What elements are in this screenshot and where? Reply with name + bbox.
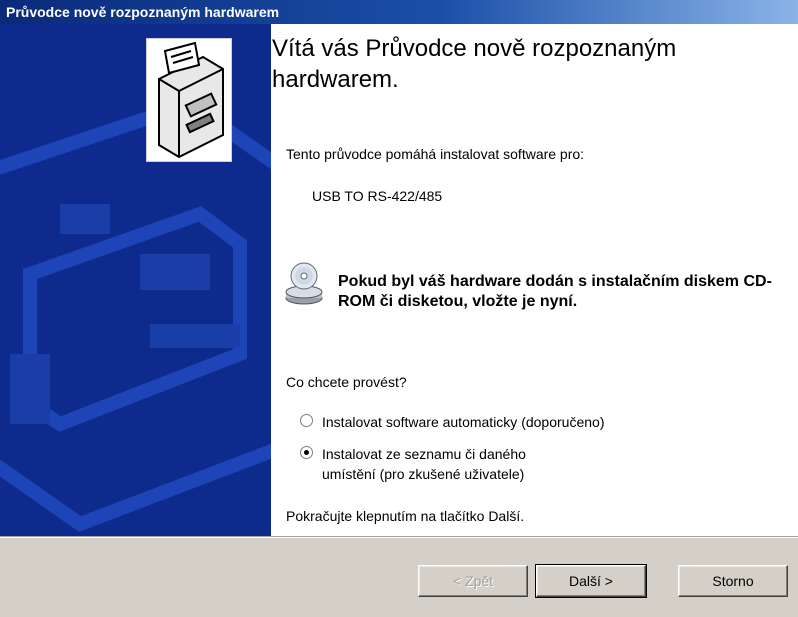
continue-hint: Pokračujte klepnutím na tlačítko Další. bbox=[286, 508, 525, 524]
radio-from-list[interactable] bbox=[300, 446, 313, 459]
button-bar: < Zpět Další > Storno bbox=[0, 538, 798, 617]
page-title: Vítá vás Průvodce nově rozpoznaným hardw… bbox=[272, 35, 677, 93]
back-button[interactable]: < Zpět bbox=[418, 565, 528, 597]
hardware-card-icon bbox=[146, 38, 232, 162]
option-label-from-list: Instalovat ze seznamu či daného umístění… bbox=[322, 446, 526, 482]
next-button[interactable]: Další > bbox=[535, 564, 647, 598]
device-name: USB TO RS-422/485 bbox=[312, 188, 443, 204]
option-install-from-list[interactable]: Instalovat ze seznamu či daného umístění… bbox=[300, 444, 532, 484]
question-label: Co chcete provést? bbox=[286, 374, 407, 390]
intro-text: Tento průvodce pomáhá instalovat softwar… bbox=[286, 146, 585, 162]
window-title: Průvodce nově rozpoznaným hardwarem bbox=[0, 0, 798, 24]
cd-rom-icon bbox=[284, 262, 324, 306]
cd-notice: Pokud byl váš hardware dodán s instalačn… bbox=[338, 273, 772, 310]
cancel-button[interactable]: Storno bbox=[678, 565, 788, 597]
option-label-automatic: Instalovat software automaticky (doporuč… bbox=[322, 414, 605, 430]
radio-automatic[interactable] bbox=[300, 414, 313, 427]
option-install-automatically[interactable]: Instalovat software automaticky (doporuč… bbox=[300, 412, 604, 432]
